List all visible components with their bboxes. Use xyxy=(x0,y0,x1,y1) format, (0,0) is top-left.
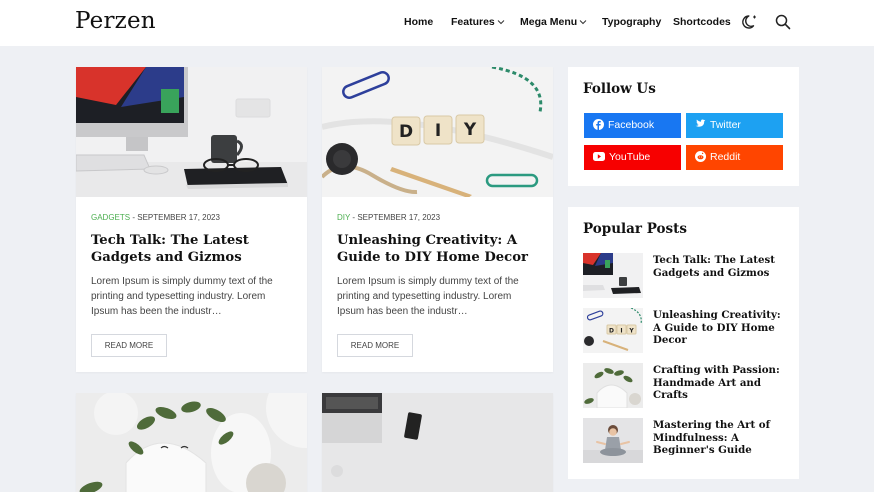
post-card xyxy=(76,393,307,492)
post-thumbnail-diy[interactable]: D I Y xyxy=(322,67,553,197)
follow-us-widget: Follow Us Facebook Twitter YouTube Reddi… xyxy=(568,67,799,186)
dark-mode-toggle-icon[interactable] xyxy=(741,13,759,31)
popular-post-thumbnail[interactable]: D I Y xyxy=(583,308,643,353)
youtube-button[interactable]: YouTube xyxy=(584,145,681,170)
nav-item-mega-menu[interactable]: Mega Menu xyxy=(520,16,587,28)
post-title[interactable]: Unleashing Creativity: A Guide to DIY Ho… xyxy=(337,232,542,266)
svg-text:Y: Y xyxy=(463,120,477,140)
post-thumbnail-mindfulness[interactable] xyxy=(322,393,553,492)
reddit-icon xyxy=(695,150,706,162)
post-excerpt: Lorem Ipsum is simply dummy text of the … xyxy=(337,276,519,317)
site-logo[interactable]: Perzen xyxy=(75,8,156,34)
post-date: SEPTEMBER 17, 2023 xyxy=(357,213,441,222)
popular-post-thumbnail[interactable] xyxy=(583,418,643,463)
facebook-icon xyxy=(593,118,604,130)
post-card xyxy=(322,393,553,492)
chevron-down-icon xyxy=(497,20,505,25)
youtube-icon xyxy=(593,151,605,161)
post-title[interactable]: Tech Talk: The Latest Gadgets and Gizmos xyxy=(91,232,296,266)
site-header: Perzen Home Features Mega Menu Typograph… xyxy=(0,0,874,46)
twitter-button[interactable]: Twitter xyxy=(686,113,783,138)
read-more-button[interactable]: READ MORE xyxy=(337,334,413,357)
post-excerpt: Lorem Ipsum is simply dummy text of the … xyxy=(91,276,273,317)
post-category[interactable]: GADGETS xyxy=(91,213,130,222)
reddit-button[interactable]: Reddit xyxy=(686,145,783,170)
post-card: D I Y DIY - SEPTEMBER 17, 2023 Unleashin… xyxy=(322,67,553,372)
popular-post-thumbnail[interactable] xyxy=(583,363,643,408)
popular-post-title[interactable]: Crafting with Passion: Handmade Art and … xyxy=(653,364,788,402)
popular-post-title[interactable]: Mastering the Art of Mindfulness: A Begi… xyxy=(653,419,788,457)
svg-text:I: I xyxy=(435,121,441,141)
widget-title: Popular Posts xyxy=(583,221,687,237)
facebook-button[interactable]: Facebook xyxy=(584,113,681,138)
popular-posts-widget: Popular Posts Tech Talk: The Latest Gadg… xyxy=(568,207,799,479)
search-icon[interactable] xyxy=(774,13,792,31)
nav-item-typography[interactable]: Typography xyxy=(602,16,661,28)
svg-text:D: D xyxy=(399,122,413,142)
nav-item-shortcodes[interactable]: Shortcodes xyxy=(673,16,731,28)
diy-tiles: D I Y xyxy=(391,114,485,146)
post-category[interactable]: DIY xyxy=(337,213,350,222)
post-meta: DIY - SEPTEMBER 17, 2023 xyxy=(337,213,441,222)
twitter-icon xyxy=(695,119,706,127)
popular-post-title[interactable]: Unleashing Creativity: A Guide to DIY Ho… xyxy=(653,309,788,347)
read-more-button[interactable]: READ MORE xyxy=(91,334,167,357)
svg-text:Y: Y xyxy=(628,328,634,335)
popular-post-title[interactable]: Tech Talk: The Latest Gadgets and Gizmos xyxy=(653,254,788,279)
nav-item-features[interactable]: Features xyxy=(451,16,505,28)
post-thumbnail-crafts[interactable] xyxy=(76,393,307,492)
widget-title: Follow Us xyxy=(583,81,656,97)
popular-post-thumbnail[interactable] xyxy=(583,253,643,298)
nav-item-home[interactable]: Home xyxy=(404,16,433,28)
chevron-down-icon xyxy=(579,20,587,25)
svg-text:D: D xyxy=(609,328,614,335)
post-meta: GADGETS - SEPTEMBER 17, 2023 xyxy=(91,213,220,222)
post-thumbnail-gadgets[interactable] xyxy=(76,67,307,197)
post-card: GADGETS - SEPTEMBER 17, 2023 Tech Talk: … xyxy=(76,67,307,372)
post-date: SEPTEMBER 17, 2023 xyxy=(137,213,220,222)
svg-text:I: I xyxy=(620,328,622,335)
